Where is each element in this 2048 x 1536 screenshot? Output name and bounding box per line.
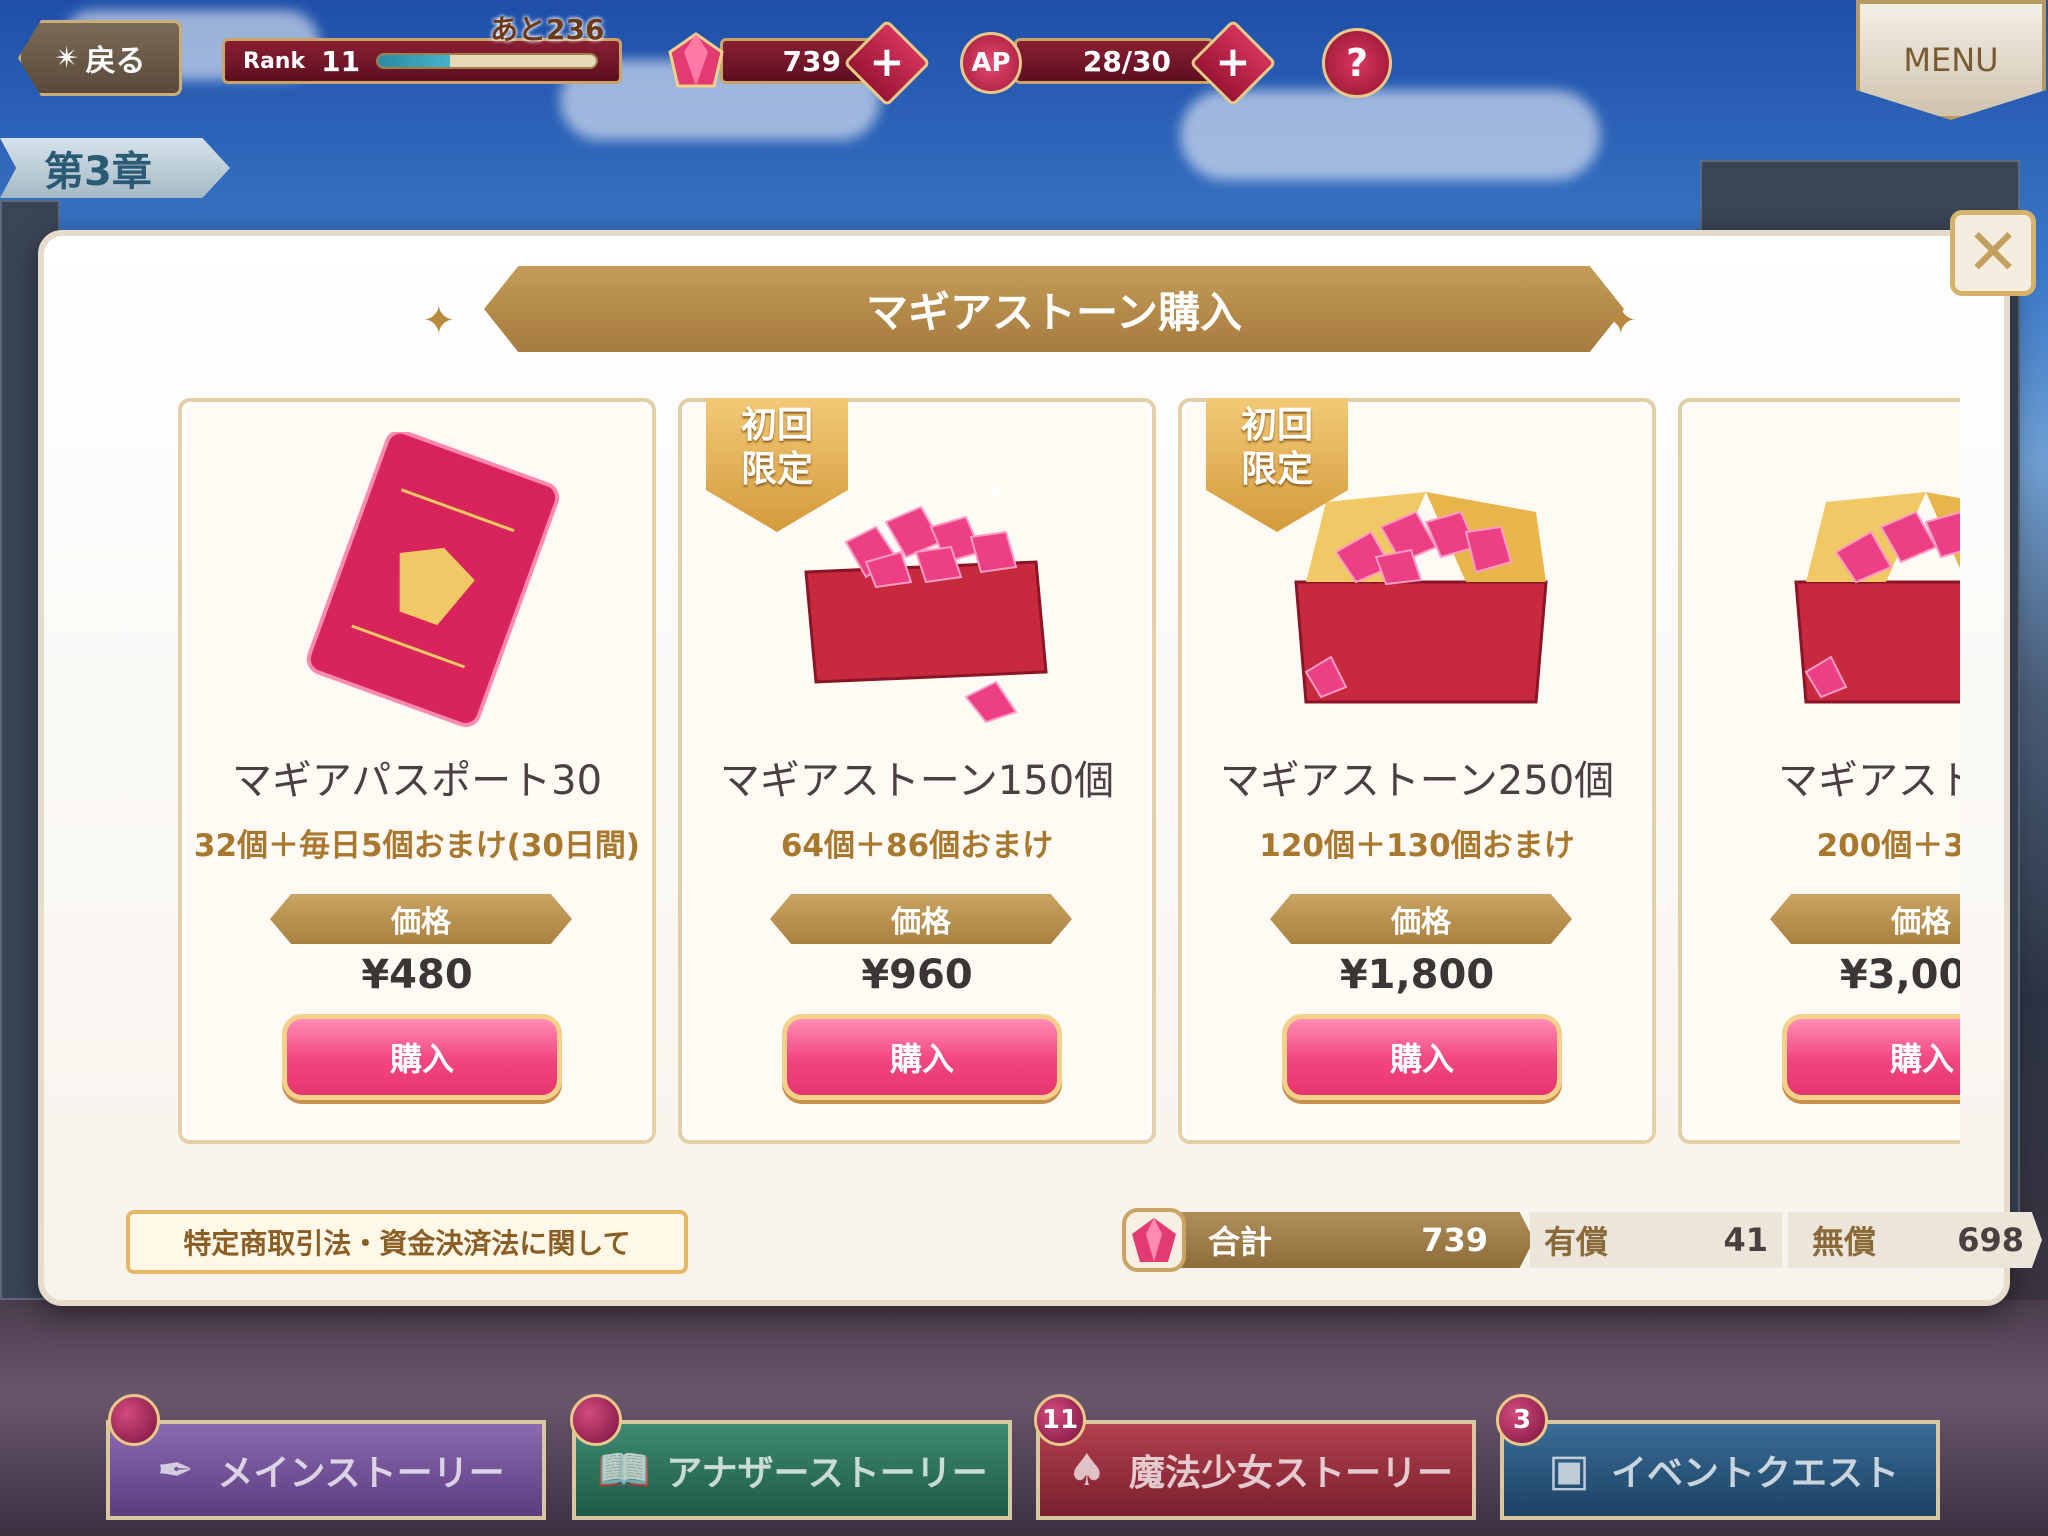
total-label: 合計 [1208,1223,1273,1261]
stone-balance: 合計 739 有償 41 無償 698 [1118,1204,2042,1276]
limited-badge-line1: 初回 [740,405,813,446]
rank-progress-bar [376,53,599,69]
dialog-title: マギアストーン購入 [484,266,1624,352]
title-flourish-left: ✦ [422,298,456,344]
background-cloud [1180,90,1600,180]
menu-label: MENU [1903,41,1999,79]
tab-magical-girl-story-label: 魔法少女ストーリー [1128,1453,1453,1494]
quill-icon: ✒ [156,1444,194,1496]
rank-label: Rank [243,48,306,74]
notification-dot [108,1394,160,1446]
price-label: 価格 [1770,894,1960,944]
magia-stone-icon [668,32,724,88]
tab-another-story-label: アナザーストーリー [666,1453,988,1494]
limited-badge-line1: 初回 [1240,405,1313,446]
tab-event-quest-label: イベントクエスト [1610,1453,1899,1494]
product-price: ¥1,800 [1339,952,1495,998]
paid-value: 41 [1723,1221,1768,1259]
rank-next-text: あと236 [490,13,605,46]
free-value: 698 [1957,1221,2024,1259]
price-label: 価格 [770,894,1072,944]
product-card: マギアストーン 200個＋30個 価格 ¥3,000 購入 [1678,398,1960,1144]
limited-badge-line2: 限定 [1240,449,1313,490]
gem-gift-box-icon [1794,492,1960,704]
ap-value: 28/30 [1082,44,1171,78]
notification-badge: 3 [1496,1394,1548,1446]
product-bonus: 32個＋毎日5個おまけ(30日間) [193,828,641,864]
soul-gem-icon: ♠ [1067,1444,1107,1496]
back-label: 戻る [85,44,146,79]
product-name: マギアストーン150個 [719,758,1115,804]
close-button[interactable]: ✕ [1950,210,2036,296]
product-list[interactable]: マギアパスポート30 32個＋毎日5個おまけ(30日間) 価格 ¥480 購入 [134,398,1960,1148]
tab-magical-girl-story[interactable]: ♠ 魔法少女ストーリー [1036,1420,1476,1520]
product-card: 初回 限定 マギアストーン150個 64個＋86個おまけ 価格 ¥960 購入 [678,398,1156,1144]
back-button[interactable]: ✴ 戻る [18,20,182,96]
paid-balance: 有償 41 [1530,1212,1782,1268]
product-name: マギアストーン [1778,758,1960,804]
notification-dot [570,1394,622,1446]
total-value: 739 [1421,1221,1488,1259]
product-name: マギアパスポート30 [231,758,603,804]
price-label: 価格 [1270,894,1572,944]
ap-counter: 28/30 [1014,38,1214,84]
buy-button[interactable]: 購入 [1282,1014,1562,1100]
tab-another-story[interactable]: 📖 アナザーストーリー [572,1420,1012,1520]
rank-value: 11 [321,44,361,78]
buy-button[interactable]: 購入 [1782,1014,1960,1100]
paid-label: 有償 [1544,1223,1609,1261]
product-bonus: 64個＋86個おまけ [780,828,1054,864]
help-button[interactable]: ? [1322,28,1392,98]
free-label: 無償 [1812,1223,1877,1261]
free-balance: 無償 698 [1788,1212,2042,1268]
tab-main-story[interactable]: ✒ メインストーリー [106,1420,546,1520]
tab-event-quest[interactable]: ▣ イベントクエスト [1500,1420,1940,1520]
tab-main-story-label: メインストーリー [217,1453,505,1494]
book-icon: 📖 [596,1445,652,1496]
product-price: ¥480 [361,952,473,998]
product-card: マギアパスポート30 32個＋毎日5個おまけ(30日間) 価格 ¥480 購入 [178,398,656,1144]
ap-icon: AP [960,32,1022,94]
treasure-chest-icon: ▣ [1548,1444,1590,1496]
star-icon: ✴ [54,40,80,76]
rank-progress-fill [378,55,450,67]
limited-badge-line2: 限定 [740,449,813,490]
plus-icon: + [1215,36,1251,86]
legal-notice-button[interactable]: 特定商取引法・資金決済法に関して [126,1210,688,1274]
product-price: ¥960 [861,952,973,998]
product-bonus: 200個＋30個 [1816,828,1960,864]
purchase-dialog: ✦ マギアストーン購入 ✦ マギアパスポート30 32個＋毎日5個おまけ(30日… [38,230,2042,1306]
chapter-tag: 第3章 [0,138,230,198]
product-name: マギアストーン250個 [1219,758,1615,804]
product-price: ¥3,000 [1839,952,1960,998]
product-bonus: 120個＋130個おまけ [1259,828,1575,864]
total-balance: 合計 739 [1174,1212,1534,1268]
notification-badge: 11 [1034,1394,1086,1446]
passport-icon [306,432,560,728]
plus-icon: + [869,36,905,86]
buy-button[interactable]: 購入 [782,1014,1062,1100]
magia-stone-icon [1122,1208,1186,1272]
product-card: 初回 限定 マギアストーン250個 120個＋130個おまけ 価格 ¥1,800… [1178,398,1656,1144]
title-flourish-right: ✦ [1604,298,1638,344]
menu-button[interactable]: MENU [1856,0,2046,120]
stone-count: 739 [782,44,841,78]
price-label: 価格 [270,894,572,944]
legal-notice-label: 特定商取引法・資金決済法に関して [183,1227,631,1260]
buy-button[interactable]: 購入 [282,1014,562,1100]
